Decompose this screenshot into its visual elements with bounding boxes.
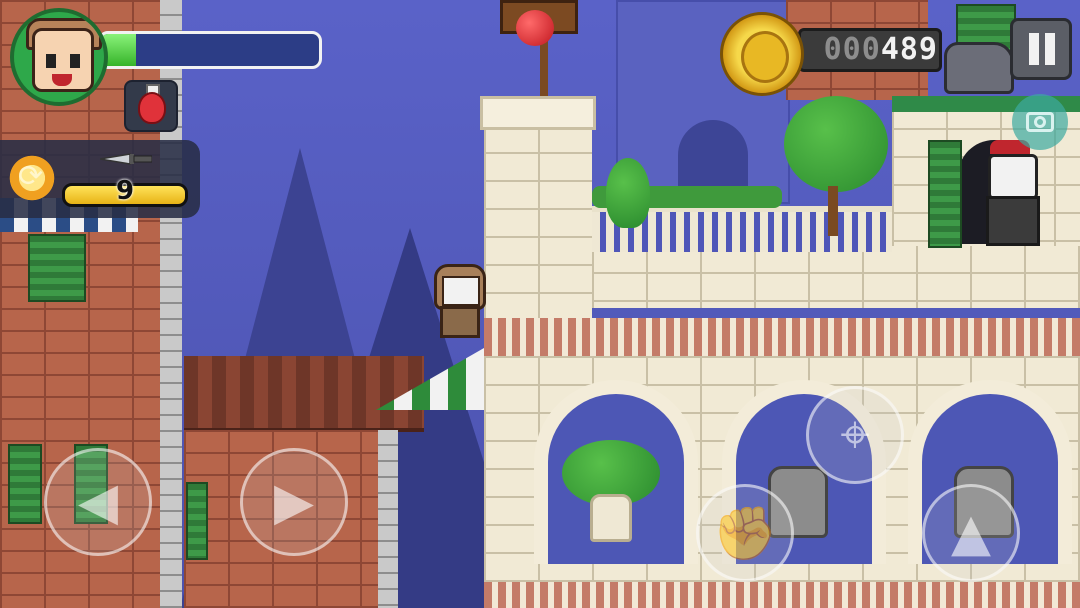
apple-icon — [516, 10, 554, 46]
aim-button[interactable]: ⌖ — [806, 386, 904, 484]
coin-count: 000489 — [814, 32, 938, 67]
camera-button[interactable] — [1012, 94, 1068, 150]
wolf-enemy — [944, 42, 1014, 94]
move-right-button[interactable]: ▶ — [240, 448, 348, 556]
roman-guard-enemy — [980, 140, 1044, 246]
tower-cap — [480, 96, 596, 130]
distant-window — [678, 120, 748, 190]
left-window-shutter — [28, 234, 86, 302]
right-arrow-icon: ▶ — [274, 472, 314, 532]
lemon-tree — [784, 96, 888, 192]
pause-icon — [1029, 33, 1039, 65]
upper-terrace — [592, 244, 1080, 308]
gold-coin-icon — [720, 12, 804, 96]
ammo-count: 9 — [115, 176, 135, 206]
knife-icon — [100, 153, 152, 165]
attack-button[interactable]: ✊ — [696, 484, 794, 582]
swap-arrows-icon[interactable]: ⟳ — [6, 152, 58, 204]
topiary-bush — [606, 158, 650, 228]
left-arrow-icon: ◀ — [78, 472, 118, 532]
fist-icon: ✊ — [712, 503, 778, 564]
move-left-button[interactable]: ◀ — [44, 448, 152, 556]
red-potion-icon[interactable] — [124, 80, 178, 132]
right-house-shutter — [928, 140, 962, 248]
jump-arrow-icon: ▲ — [951, 503, 991, 563]
palace-frieze — [484, 318, 1080, 358]
middle-house-stone-edge — [378, 430, 398, 608]
stone-urn — [590, 494, 632, 542]
pause-button[interactable] — [1010, 18, 1072, 80]
crosshair-icon: ⌖ — [840, 404, 870, 465]
hero-portrait — [10, 8, 108, 106]
coin-count-value: 489 — [880, 32, 938, 67]
jump-button[interactable]: ▲ — [922, 484, 1020, 582]
hero-character — [422, 264, 500, 348]
coin-count-leading: 000 — [823, 32, 881, 67]
health-bar — [98, 31, 322, 69]
left-lower-shutter — [8, 444, 42, 524]
middle-house-shutter — [186, 482, 208, 560]
middle-house-roof — [184, 356, 424, 432]
lemon-tree-trunk — [828, 186, 838, 236]
palace-base-frieze — [484, 582, 1080, 608]
